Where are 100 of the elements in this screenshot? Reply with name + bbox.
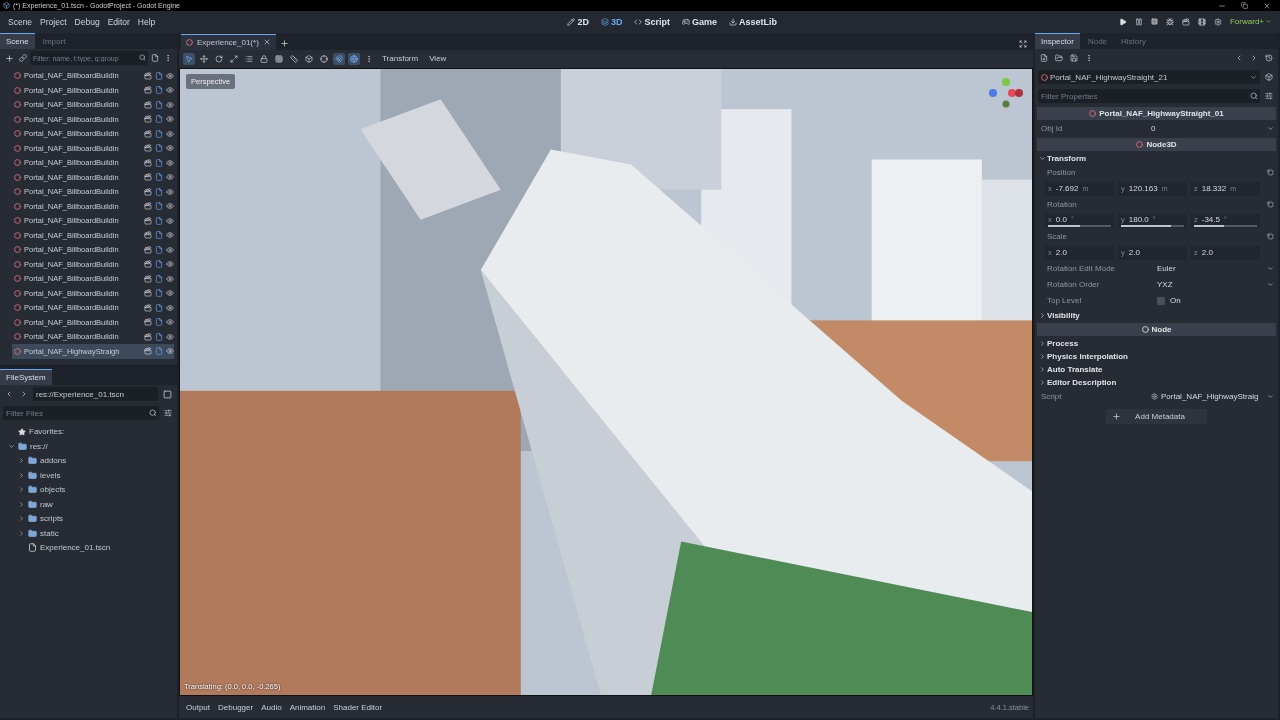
script-icon[interactable]: [155, 318, 163, 327]
clapperboard-icon[interactable]: [144, 303, 152, 312]
tool-button[interactable]: [198, 52, 210, 65]
script-icon[interactable]: [155, 274, 163, 283]
script-icon[interactable]: [155, 173, 163, 182]
script-icon[interactable]: [155, 332, 163, 341]
group-header[interactable]: Process: [1035, 336, 1278, 350]
group-header[interactable]: Visibility: [1035, 308, 1278, 322]
tool-button[interactable]: [288, 52, 300, 65]
filter-field[interactable]: Filter Files: [3, 406, 159, 421]
clapperboard-icon[interactable]: [144, 144, 152, 153]
clapperboard-icon[interactable]: [144, 202, 152, 211]
bottom-panel-tab[interactable]: Debugger: [215, 700, 257, 714]
sort-button[interactable]: [1263, 90, 1275, 103]
visibility-icon[interactable]: [166, 86, 174, 95]
file-tree-item[interactable]: scripts: [40, 514, 64, 524]
clapperboard-icon[interactable]: [144, 86, 152, 95]
property-value[interactable]: Portal_NAF_HighwayStraig: [1161, 392, 1267, 402]
chevron-right-icon[interactable]: [18, 457, 25, 465]
visibility-icon[interactable]: [166, 260, 174, 269]
visibility-icon[interactable]: [166, 318, 174, 327]
visibility-icon[interactable]: [166, 115, 174, 124]
chevron-right-icon[interactable]: [18, 529, 25, 537]
new-resource-button[interactable]: [1038, 52, 1050, 65]
visibility-icon[interactable]: [166, 303, 174, 312]
script-icon[interactable]: [155, 86, 163, 95]
chevron-right-icon[interactable]: [18, 471, 25, 479]
chevron-right-icon[interactable]: [1039, 365, 1046, 373]
chevron-right-icon[interactable]: [1039, 378, 1046, 386]
slider-fill[interactable]: [1194, 224, 1225, 227]
clapperboard-icon[interactable]: [144, 115, 152, 124]
script-icon[interactable]: [155, 100, 163, 109]
file-tree-item[interactable]: levels: [40, 470, 61, 480]
split-view-button[interactable]: [161, 387, 174, 401]
history-button[interactable]: [1263, 52, 1275, 65]
node-path-dropdown[interactable]: Portal_NAF_HighwayStraight_21: [1038, 70, 1260, 85]
clapperboard-icon[interactable]: [144, 216, 152, 225]
bottom-panel-tab[interactable]: Shader Editor: [330, 700, 386, 714]
renderer-dropdown[interactable]: Forward+: [1226, 15, 1276, 29]
script-icon[interactable]: [155, 144, 163, 153]
file-tree-item[interactable]: raw: [40, 499, 53, 509]
file-tree-item[interactable]: res://: [30, 441, 48, 451]
tool-button[interactable]: [228, 52, 240, 65]
menu-item[interactable]: Editor: [103, 14, 134, 29]
workspace-button[interactable]: Script: [631, 14, 673, 29]
clapperboard-icon[interactable]: [144, 158, 152, 167]
script-icon[interactable]: [155, 260, 163, 269]
visibility-icon[interactable]: [166, 202, 174, 211]
dock-tab[interactable]: FileSystem: [0, 368, 52, 385]
clapperboard-icon[interactable]: [144, 100, 152, 109]
clapperboard-icon[interactable]: [144, 332, 152, 341]
tool-button[interactable]: [213, 52, 225, 65]
fullscreen-button[interactable]: [1017, 37, 1029, 50]
tool-button[interactable]: [303, 52, 315, 65]
visibility-icon[interactable]: [166, 231, 174, 240]
view-menu[interactable]: View: [425, 53, 451, 65]
group-header[interactable]: Physics Interpolation: [1035, 349, 1278, 363]
script-icon[interactable]: [155, 347, 163, 356]
sort-button[interactable]: [162, 407, 174, 420]
path-field[interactable]: res://Experience_01.tscn: [33, 387, 158, 402]
slider-track[interactable]: [1048, 224, 1111, 227]
bottom-panel-tab[interactable]: Output: [183, 700, 213, 714]
visibility-icon[interactable]: [166, 144, 174, 153]
visibility-icon[interactable]: [166, 71, 174, 80]
visibility-icon[interactable]: [166, 100, 174, 109]
chevron-right-icon[interactable]: [1039, 352, 1046, 360]
tool-button[interactable]: [348, 52, 360, 65]
group-header[interactable]: Auto Translate: [1035, 362, 1278, 376]
view-menu[interactable]: Transform: [378, 53, 423, 65]
script-icon[interactable]: [155, 115, 163, 124]
filter-field[interactable]: Filter Properties: [1038, 89, 1260, 104]
clapperboard-icon[interactable]: [144, 289, 152, 298]
chevron-right-icon[interactable]: [1039, 339, 1046, 347]
visibility-icon[interactable]: [166, 245, 174, 254]
clapperboard-icon[interactable]: [144, 245, 152, 254]
script-icon[interactable]: [155, 231, 163, 240]
menu-item[interactable]: Debug: [70, 14, 104, 29]
clapperboard-icon[interactable]: [144, 187, 152, 196]
bottom-panel-tab[interactable]: Animation: [286, 700, 329, 714]
script-icon[interactable]: [155, 158, 163, 167]
script-icon[interactable]: [155, 129, 163, 138]
script-icon[interactable]: [155, 245, 163, 254]
chevron-right-icon[interactable]: [18, 500, 25, 508]
chevron-right-icon[interactable]: [18, 486, 25, 494]
clapperboard-icon[interactable]: [144, 71, 152, 80]
workspace-button[interactable]: 2D: [564, 14, 592, 29]
group-header[interactable]: Transform: [1035, 151, 1278, 165]
script-icon[interactable]: [155, 216, 163, 225]
workspace-button[interactable]: Game: [678, 14, 720, 29]
visibility-icon[interactable]: [166, 173, 174, 182]
tool-button[interactable]: [258, 52, 270, 65]
slider-fill[interactable]: [1121, 224, 1171, 227]
property-value[interactable]: 0: [1151, 124, 1267, 134]
menu-item[interactable]: Project: [36, 14, 71, 29]
menu-item[interactable]: Help: [133, 14, 160, 29]
workspace-button[interactable]: 3D: [597, 14, 626, 29]
editor-tab[interactable]: Experience_01(*): [181, 33, 276, 50]
slider-track[interactable]: [1121, 224, 1184, 227]
clapperboard-icon[interactable]: [144, 231, 152, 240]
slider-track[interactable]: [1194, 224, 1257, 227]
